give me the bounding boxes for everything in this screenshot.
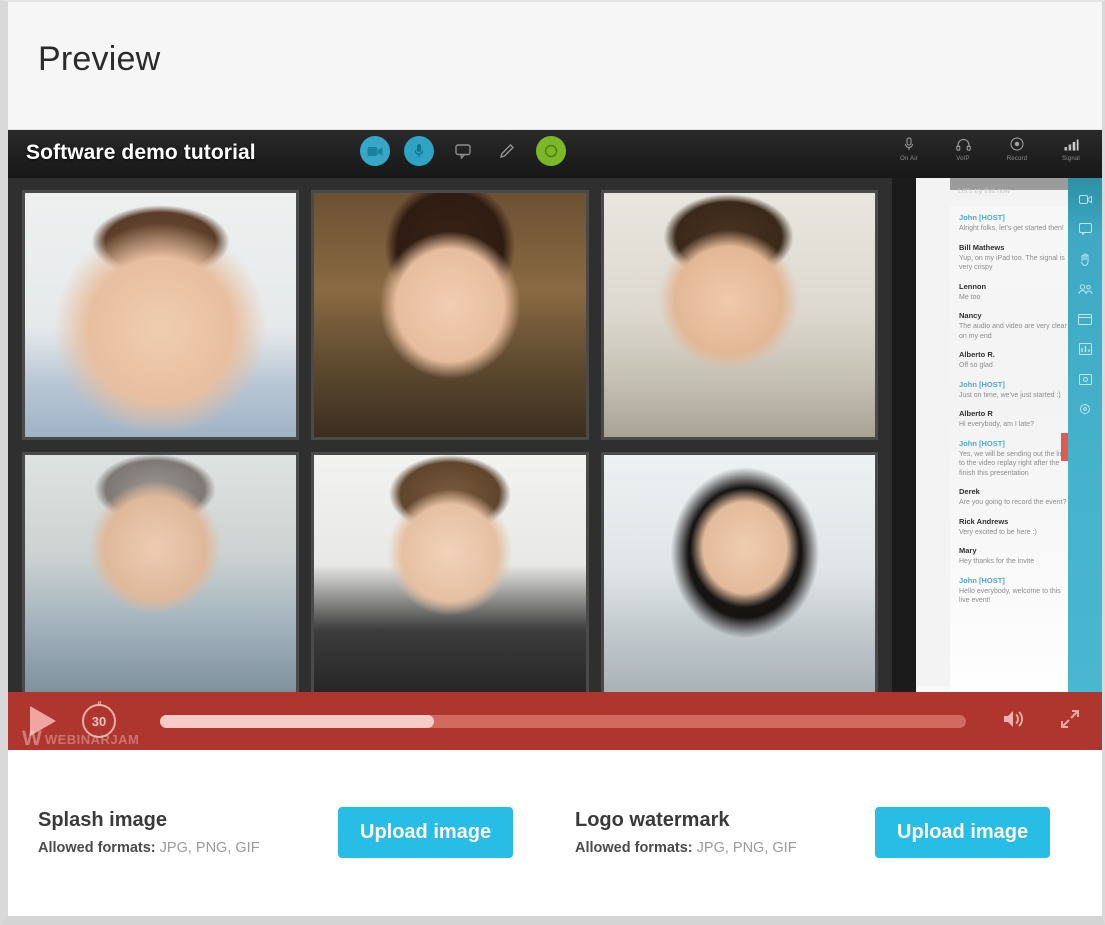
chat-message-body: Off so glad <box>959 362 993 369</box>
logo-watermark-formats: Allowed formats: JPG, PNG, GIF <box>575 840 875 856</box>
chat-message-body: Yup, on my iPad too. The signal is very … <box>959 254 1065 272</box>
participant-tile-1[interactable] <box>22 190 300 440</box>
chat-message-body: Hey thanks for the invite <box>959 558 1035 565</box>
chat-message-author: John [HOST] <box>959 438 1005 448</box>
splash-formats-label: Allowed formats: <box>38 840 156 856</box>
topbar-status-label: VoIP <box>956 156 970 162</box>
people-icon[interactable] <box>1068 274 1102 304</box>
progress-fill <box>160 714 435 728</box>
camera-icon[interactable] <box>1068 184 1102 214</box>
video-player[interactable]: Let's try this now John [HOST] Alright fo… <box>8 130 1102 750</box>
signal-bars-icon <box>1044 134 1098 154</box>
webinarjam-watermark: W WEBINARJAM <box>22 727 140 750</box>
rewind-arrows-icon: « <box>97 698 102 707</box>
chat-icon[interactable] <box>1068 214 1102 244</box>
progress-scrubber[interactable] <box>160 714 966 728</box>
topbar-status-label: Record <box>1006 156 1028 162</box>
uploads-section: Splash image Allowed formats: JPG, PNG, … <box>8 750 1102 915</box>
participant-video-6 <box>603 455 875 699</box>
logo-formats-value: JPG, PNG, GIF <box>696 840 797 856</box>
chat-message-author: Bill Mathews <box>959 242 1005 252</box>
files-icon[interactable] <box>1068 364 1102 394</box>
poll-icon[interactable] <box>1068 334 1102 364</box>
chat-message-author: John [HOST] <box>959 213 1005 222</box>
participant-grid <box>22 190 878 702</box>
chat-message-author: John [HOST] <box>959 379 1005 389</box>
chat-message-author: Alberto R. <box>959 350 995 359</box>
chat-faded-text: Let's try this now <box>958 188 1010 195</box>
chat-message-body: The audio and video are very clear on my… <box>959 323 1067 340</box>
chat-message-author: Lennon <box>959 281 987 291</box>
chat-message-body: Hello everybody, welcome to this live ev… <box>959 587 1061 605</box>
chat-message-author: Mary <box>959 546 977 555</box>
chat-message-body: Are you going to record the event? <box>959 499 1067 506</box>
splash-formats-value: JPG, PNG, GIF <box>159 840 260 856</box>
chat-message-author: John [HOST] <box>959 575 1005 585</box>
player-controls[interactable]: « 30 <box>8 692 1102 750</box>
participant-tile-3[interactable] <box>600 190 878 440</box>
chat-message-body: Me too <box>959 293 981 301</box>
presence-icon[interactable] <box>536 136 566 166</box>
video-title: Software demo tutorial <box>26 141 256 164</box>
settings-icon[interactable] <box>1068 394 1102 424</box>
splash-image-group: Splash image Allowed formats: JPG, PNG, … <box>38 750 535 915</box>
chat-message-author: Nancy <box>959 311 982 320</box>
volume-icon[interactable] <box>1002 708 1028 735</box>
participant-tile-6[interactable] <box>600 452 878 702</box>
chat-message-body: Very excited to be here :) <box>959 528 1037 536</box>
chat-message-author: Alberto R <box>959 409 993 418</box>
chat-message-body: Alright folks, let's get started then! <box>959 225 1064 232</box>
splash-image-formats: Allowed formats: JPG, PNG, GIF <box>38 840 338 856</box>
topbar-status-record[interactable]: Record <box>990 134 1044 162</box>
headset-icon <box>936 134 990 154</box>
slides-icon[interactable] <box>1068 304 1102 334</box>
hand-raise-icon[interactable] <box>1068 244 1102 274</box>
video-topbar: Software demo tutorial On Air VoIP Recor… <box>8 130 1102 178</box>
splash-image-title: Splash image <box>38 809 167 831</box>
pencil-icon[interactable] <box>492 136 522 166</box>
preview-card: Preview Let's try this now John [HOST] Al… <box>0 0 1105 925</box>
chat-message-author: Derek <box>959 487 980 496</box>
participant-video-5 <box>314 455 586 699</box>
topbar-status-on-air[interactable]: On Air <box>882 134 936 162</box>
participant-video-4 <box>25 455 297 699</box>
record-icon <box>990 134 1044 154</box>
watermark-logo-icon: W <box>22 727 42 750</box>
participant-stage <box>8 178 892 750</box>
microphone-icon <box>882 134 936 154</box>
tool-rail[interactable] <box>1061 178 1102 750</box>
participant-tile-2[interactable] <box>311 190 589 440</box>
participant-video-2 <box>314 193 586 437</box>
participant-video-3 <box>603 193 875 437</box>
rail-active-marker <box>1061 433 1068 461</box>
upload-logo-watermark-button[interactable]: Upload image <box>875 807 1051 858</box>
fullscreen-icon[interactable] <box>1058 707 1082 736</box>
topbar-status-signal[interactable]: Signal <box>1044 134 1098 162</box>
participant-video-1 <box>25 193 297 437</box>
chat-message-author: Rick Andrews <box>959 516 1009 526</box>
page-title: Preview <box>38 40 161 78</box>
logo-watermark-group: Logo watermark Allowed formats: JPG, PNG… <box>535 750 1072 915</box>
participant-tile-5[interactable] <box>311 452 589 702</box>
chat-message-body: Just on time, we've just started :) <box>959 391 1061 399</box>
logo-watermark-title: Logo watermark <box>575 809 730 831</box>
upload-splash-image-button[interactable]: Upload image <box>338 807 514 858</box>
topbar-status-label: Signal <box>1062 156 1080 162</box>
chat-message-body: Yes, we will be sending out the link to … <box>959 450 1067 477</box>
chat-bubble-icon[interactable] <box>448 136 478 166</box>
topbar-status-voip[interactable]: VoIP <box>936 134 990 162</box>
chat-message-body: Hi everybody, am I late? <box>959 421 1034 428</box>
preview-header: Preview <box>8 2 1102 130</box>
video-topbar-center-controls[interactable] <box>360 136 566 166</box>
participant-tile-4[interactable] <box>22 452 300 702</box>
logo-formats-label: Allowed formats: <box>575 840 693 856</box>
watermark-text: WEBINARJAM <box>44 731 140 747</box>
topbar-status-label: On Air <box>900 156 918 162</box>
video-topbar-status-controls[interactable]: On Air VoIP Record Signal <box>882 134 1098 162</box>
camera-icon[interactable] <box>360 136 390 166</box>
microphone-icon[interactable] <box>404 136 434 166</box>
rewind-seconds-label: 30 <box>91 713 107 729</box>
